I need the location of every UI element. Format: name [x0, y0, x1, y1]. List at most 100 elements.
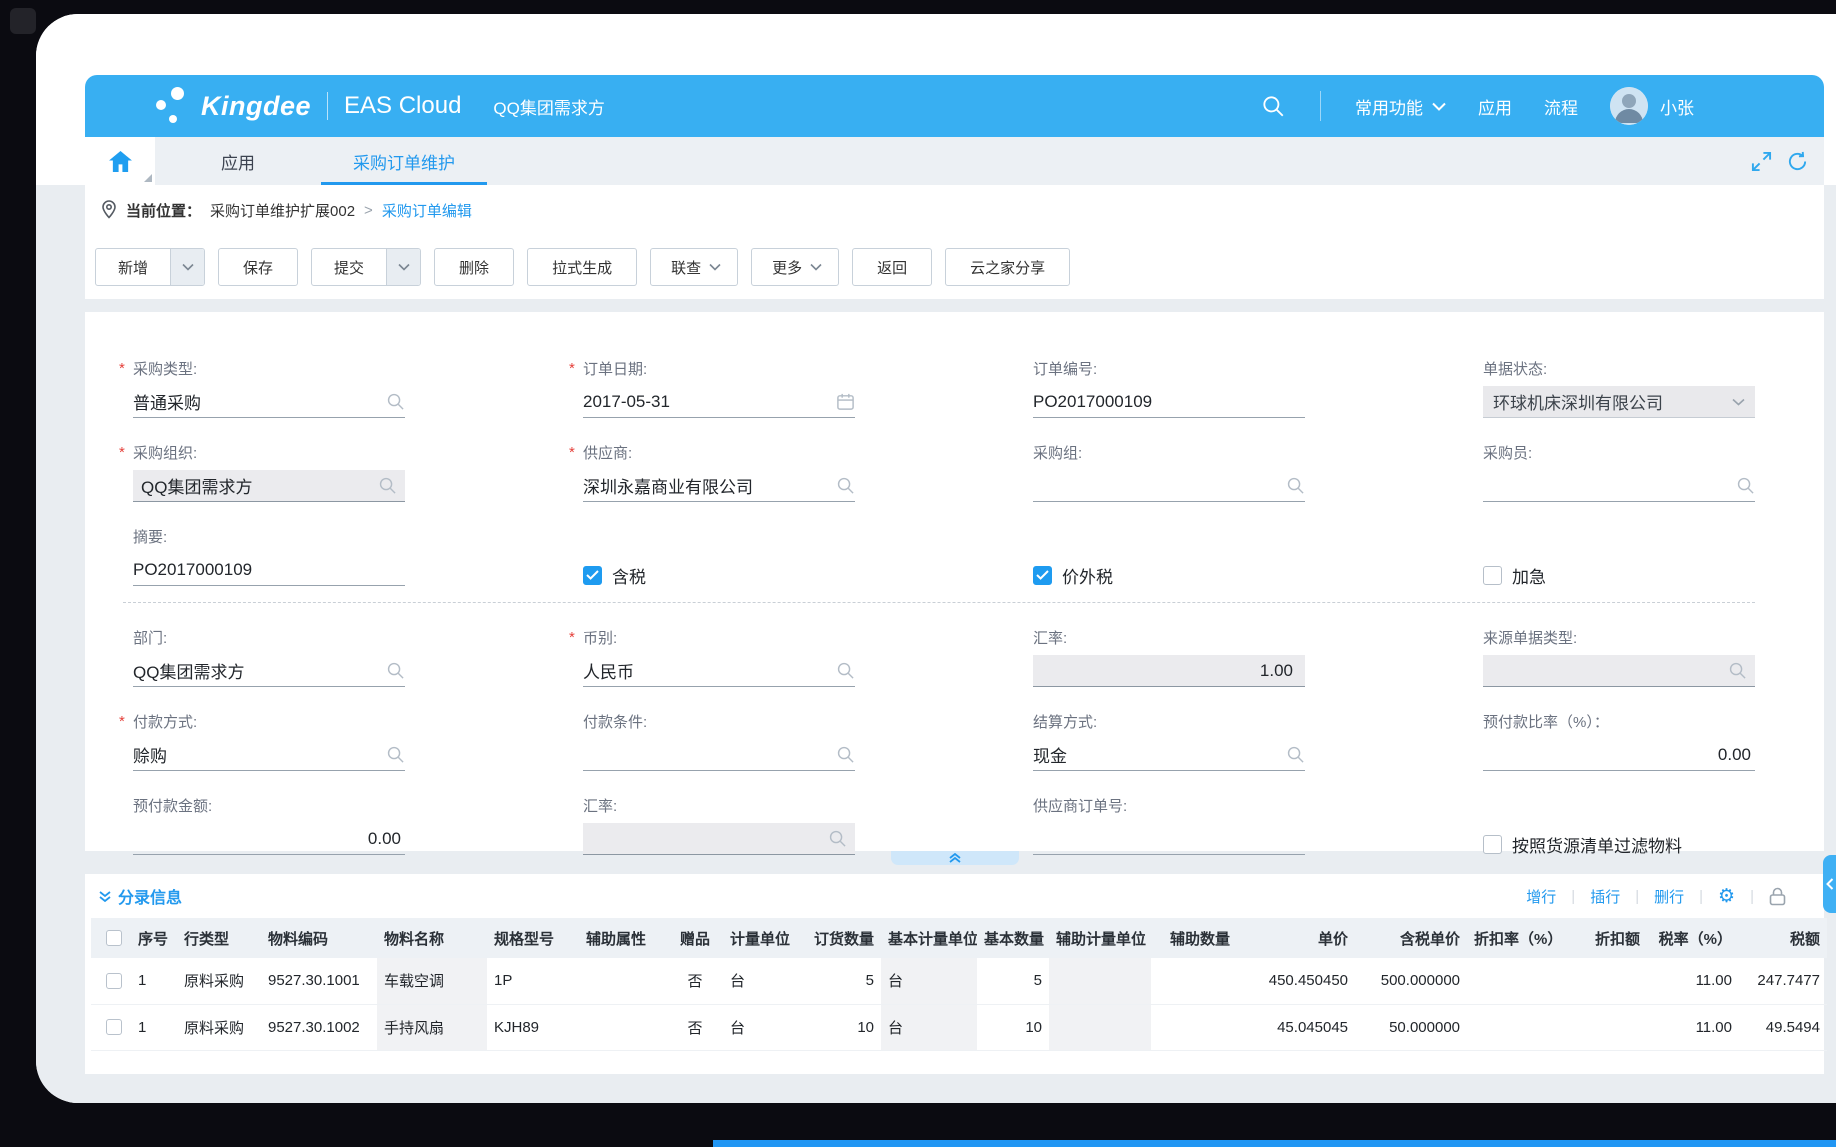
nav-application[interactable]: 应用	[1478, 94, 1512, 119]
insert-row-button[interactable]: 插行	[1590, 886, 1620, 907]
toolbar-button-2[interactable]: 保存	[218, 248, 298, 286]
extra-tax-checkbox[interactable]: 价外税	[1033, 512, 1305, 596]
filter-by-source-list-checkbox[interactable]: 按照货源清单过滤物料	[1483, 781, 1755, 865]
order-number-input[interactable]: PO2017000109	[1033, 386, 1305, 418]
checkbox-icon[interactable]	[1483, 835, 1502, 854]
field-search-icon[interactable]	[836, 745, 855, 764]
row-checkbox[interactable]	[106, 973, 122, 989]
header-divider	[327, 92, 328, 120]
toolbar-button-5[interactable]: 拉式生成	[527, 248, 637, 286]
toolbar-button-4[interactable]: 删除	[434, 248, 514, 286]
chevron-down-icon	[1732, 398, 1745, 406]
toolbar-button-8[interactable]: 返回	[852, 248, 932, 286]
source-doc-type-input[interactable]	[1483, 655, 1755, 687]
doc-status-input[interactable]: 环球机床深圳有限公司	[1483, 386, 1755, 418]
entries-collapse-icon	[99, 891, 111, 902]
field-search-icon[interactable]	[386, 745, 405, 764]
department-input[interactable]: QQ集团需求方	[133, 655, 405, 687]
action-toolbar: 新增保存提交 删除拉式生成联查更多返回云之家分享	[85, 235, 1824, 299]
lock-icon[interactable]	[1769, 887, 1786, 906]
page-content: 当前位置： 采购订单维护扩展002 > 采购订单编辑 新增保存提交删除拉式生成联…	[36, 185, 1836, 1103]
checkbox-icon[interactable]	[1033, 566, 1052, 585]
purchase-group-input[interactable]	[1033, 470, 1305, 502]
field-label: 部门:	[133, 627, 405, 647]
field-calendar-icon[interactable]	[836, 392, 855, 411]
tab-purchase-order-maintenance[interactable]: 采购订单维护	[321, 137, 487, 185]
field-search-icon[interactable]	[1286, 745, 1305, 764]
toolbar-button-1[interactable]: 新增	[95, 248, 205, 286]
collapse-form-button[interactable]	[891, 851, 1019, 865]
nav-process[interactable]: 流程	[1544, 94, 1578, 119]
exchange-rate-2-input[interactable]	[583, 823, 855, 855]
purchase-org-input[interactable]: QQ集团需求方	[133, 470, 405, 502]
order-form-card: *采购类型:普通采购*订单日期:2017-05-31订单编号:PO2017000…	[85, 312, 1824, 851]
purchase-type-input[interactable]: 普通采购	[133, 386, 405, 418]
side-panel-handle[interactable]	[1823, 855, 1836, 913]
urgent-checkbox[interactable]: 加急	[1483, 512, 1755, 596]
common-functions-menu[interactable]: 常用功能	[1355, 94, 1446, 119]
field-search-icon[interactable]	[828, 829, 847, 848]
supplier-input[interactable]: 深圳永嘉商业有限公司	[583, 470, 855, 502]
tax-included-checkbox[interactable]: 含税	[583, 512, 855, 596]
field-search-icon[interactable]	[1286, 476, 1305, 495]
supplier-order-no-input[interactable]	[1033, 823, 1305, 855]
prepay-ratio-input[interactable]: 0.00	[1483, 739, 1755, 771]
tab-application[interactable]: 应用	[155, 137, 321, 185]
payment-method-input[interactable]: 赊购	[133, 739, 405, 771]
breadcrumb-current[interactable]: 采购订单编辑	[382, 200, 472, 221]
field-search-icon[interactable]	[1736, 476, 1755, 495]
settlement-method-input[interactable]: 现金	[1033, 739, 1305, 771]
field-search-icon[interactable]	[836, 476, 855, 495]
search-icon[interactable]	[1260, 93, 1286, 119]
toolbar-button-6[interactable]: 联查	[650, 248, 738, 286]
row-checkbox[interactable]	[106, 1019, 122, 1035]
table-row: 1原料采购9527.30.1001车载空调1P否台5台5450.45045050…	[91, 958, 1827, 1004]
entries-title[interactable]: 分录信息	[99, 884, 182, 908]
select-all-checkbox[interactable]	[106, 930, 122, 946]
exchange-rate-input[interactable]: 1.00	[1033, 655, 1305, 687]
field-search-icon[interactable]	[836, 661, 855, 680]
toolbar-button-9[interactable]: 云之家分享	[945, 248, 1070, 286]
prepay-amount-input[interactable]: 0.00	[133, 823, 405, 855]
toolbar-button-7[interactable]: 更多	[751, 248, 839, 286]
app-header: Kingdee EAS Cloud QQ集团需求方 常用功能 应用 流程	[85, 75, 1824, 137]
table-cell: 否	[667, 1004, 723, 1050]
gear-icon[interactable]: ⚙	[1718, 887, 1735, 906]
chevron-down-icon	[398, 263, 410, 271]
toolbar-button-label: 提交	[312, 249, 386, 285]
toolbar-button-3[interactable]: 提交	[311, 248, 421, 286]
checkbox-icon[interactable]	[583, 566, 602, 585]
select-chevron[interactable]	[1732, 398, 1745, 406]
tab-bar: 应用 采购订单维护	[85, 137, 1824, 185]
add-row-button[interactable]: 增行	[1526, 886, 1556, 907]
toolbar-button-label: 返回	[853, 249, 931, 285]
split-dropdown-toggle[interactable]	[386, 249, 420, 285]
prepay-ratio-field: 预付款比率（%）：0.00	[1483, 697, 1755, 781]
field-label: *采购类型:	[133, 358, 405, 378]
delete-row-button[interactable]: 删行	[1654, 886, 1684, 907]
header-divider	[1320, 91, 1321, 121]
field-search-icon[interactable]	[386, 661, 405, 680]
checkbox-label: 加急	[1512, 563, 1546, 588]
field-search-icon[interactable]	[386, 392, 405, 411]
currency-input[interactable]: 人民币	[583, 655, 855, 687]
table-cell: 台	[881, 958, 977, 1004]
payment-terms-input[interactable]	[583, 739, 855, 771]
summary-input[interactable]: PO2017000109	[133, 554, 405, 586]
checkbox-icon[interactable]	[1483, 566, 1502, 585]
tab-home[interactable]	[85, 137, 155, 185]
exchange-rate-field: 汇率:1.00	[1033, 613, 1305, 697]
split-dropdown-toggle[interactable]	[170, 249, 204, 285]
refresh-icon[interactable]	[1787, 151, 1808, 172]
expand-icon[interactable]	[1751, 151, 1772, 172]
purchaser-input[interactable]	[1483, 470, 1755, 502]
field-label: 结算方式:	[1033, 711, 1305, 731]
search-icon	[378, 476, 397, 495]
field-search-icon[interactable]	[1728, 661, 1747, 680]
field-search-icon[interactable]	[378, 476, 397, 495]
user-block[interactable]: 小张	[1610, 87, 1694, 125]
table-cell: 5	[977, 958, 1049, 1004]
order-date-input[interactable]: 2017-05-31	[583, 386, 855, 418]
table-cell: 45.045045	[1237, 1004, 1355, 1050]
column-header: 订货数量	[803, 918, 881, 958]
